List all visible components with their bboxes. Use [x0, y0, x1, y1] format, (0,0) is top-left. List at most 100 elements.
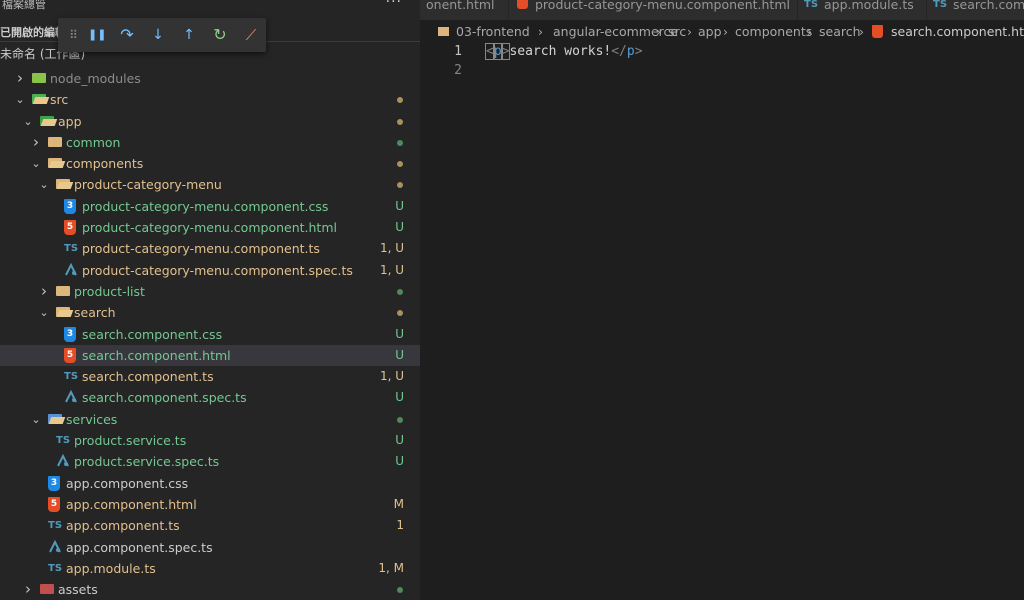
git-status-badge: M [393, 496, 404, 511]
assets-folder-icon [40, 584, 54, 595]
chevron-right-icon[interactable]: › [14, 68, 26, 89]
tree-item-label: product.service.spec.ts [74, 454, 220, 470]
tree-item-label: product-category-menu.component.html [82, 220, 337, 236]
tag-name: p [492, 43, 503, 60]
step-into-icon[interactable]: ↓ [149, 26, 167, 44]
node-folder-icon [32, 73, 46, 83]
file-tree: › node_modules ⌄ src ⌄ app › common ⌄ components ⌄… [0, 68, 420, 600]
spec-file-icon [64, 262, 78, 277]
tree-file-row[interactable]: TS search.component.ts 1, U [0, 366, 420, 387]
pause-icon[interactable]: ❚❚ [88, 26, 106, 44]
chevron-right-icon[interactable]: › [38, 281, 50, 302]
git-status-badge: U [395, 220, 404, 235]
git-status-dot [397, 182, 403, 189]
tree-file-row[interactable]: 5 app.component.html M [0, 494, 420, 515]
tree-folder-row[interactable]: ⌄ services [0, 409, 420, 430]
tree-folder-row[interactable]: › product-list [0, 281, 420, 302]
tree-item-label: search.component.css [82, 326, 223, 342]
tree-item-label: product-category-menu.component.css [82, 198, 329, 214]
code-line[interactable]: 2 [420, 61, 1024, 80]
tree-item-label: product.service.ts [74, 433, 187, 449]
git-status-dot [397, 118, 403, 125]
tree-file-row[interactable]: TS app.component.ts 1 [0, 515, 420, 536]
tree-item-label: search.component.spec.ts [82, 390, 247, 406]
step-out-icon[interactable]: ↑ [180, 26, 198, 44]
breadcrumb-sep: › [656, 24, 661, 39]
spec-file-icon [56, 454, 70, 468]
ts-file-icon: TS [64, 371, 79, 383]
git-status-badge: 1, U [379, 241, 404, 256]
chevron-down-icon[interactable]: ⌄ [14, 89, 26, 110]
chevron-right-icon[interactable]: › [22, 579, 34, 600]
services-folder-icon [48, 413, 62, 424]
tree-folder-row[interactable]: › common [0, 132, 420, 153]
tag-bracket: < [485, 43, 495, 60]
disconnect-icon[interactable]: ⟋ [242, 26, 260, 44]
editor-tab[interactable]: TS search.comp [927, 0, 1024, 20]
restart-icon[interactable]: ↻ [211, 26, 229, 44]
css-file-icon: 3 [64, 326, 76, 342]
tree-folder-row[interactable]: ⌄ product-category-menu [0, 174, 420, 195]
git-status-badge: U [395, 433, 404, 448]
breadcrumb-part[interactable]: src [668, 22, 686, 42]
tree-file-row[interactable]: search.component.spec.ts U [0, 387, 420, 408]
breadcrumb-part[interactable]: app [698, 22, 722, 42]
tree-folder-row[interactable]: ⌄ search [0, 302, 420, 323]
tree-item-label: app.module.ts [66, 560, 156, 576]
html-file-icon: 5 [64, 347, 76, 363]
editor-tab[interactable]: TS app.module.ts [798, 0, 927, 20]
folder-icon [48, 136, 62, 147]
tree-folder-row[interactable]: ⌄ app [0, 111, 420, 132]
chevron-down-icon[interactable]: ⌄ [38, 302, 50, 323]
tree-file-row[interactable]: TS product-category-menu.component.ts 1, U [0, 238, 420, 259]
git-status-dot [397, 416, 403, 423]
html-file-icon: 5 [48, 496, 60, 512]
explorer-sidebar: 檔案總管 ··· 已開啟的編輯器 未命名 (工作區) › node_modules… [0, 0, 420, 600]
chevron-down-icon[interactable]: ⌄ [30, 153, 42, 174]
breadcrumb-part[interactable]: components [735, 22, 812, 42]
step-over-icon[interactable]: ↷ [118, 26, 136, 44]
folder-icon [56, 285, 70, 296]
tree-file-row[interactable]: product-category-menu.component.spec.ts 1… [0, 260, 420, 281]
tag-bracket: > [634, 44, 643, 59]
chevron-down-icon[interactable]: ⌄ [38, 174, 50, 195]
chevron-down-icon[interactable]: ⌄ [22, 111, 34, 132]
editor-tab[interactable]: onent.html [420, 0, 509, 20]
ts-file-icon: TS [804, 0, 819, 10]
breadcrumb-root[interactable]: 03-frontend [456, 22, 530, 42]
tree-file-row[interactable]: 5 product-category-menu.component.html U [0, 217, 420, 238]
chevron-down-icon[interactable]: ⌄ [30, 409, 42, 430]
breadcrumb-file[interactable]: search.component.html [891, 22, 1024, 42]
tree-folder-row[interactable]: ⌄ components [0, 153, 420, 174]
tree-folder-row[interactable]: › node_modules [0, 68, 420, 89]
breadcrumb: 03-frontend › angular-ecommerce › src › … [420, 22, 1024, 42]
breadcrumb-part[interactable]: search [819, 22, 861, 42]
code-editor[interactable]: 1 <p>search works!</p> 2 [420, 42, 1024, 80]
tree-file-row[interactable]: app.component.spec.ts [0, 537, 420, 558]
tree-item-label: common [66, 134, 121, 150]
git-status-dot [397, 139, 403, 146]
git-status-badge: 1, M [378, 560, 404, 575]
line-content[interactable]: <p>search works!</p> [485, 42, 643, 61]
tree-item-label: app.component.css [66, 475, 189, 491]
tree-file-row[interactable]: 5 search.component.html U [0, 344, 420, 367]
tree-item-label: product-category-menu [74, 177, 222, 193]
tree-folder-row[interactable]: › assets [0, 579, 420, 600]
tree-file-row[interactable]: 3 product-category-menu.component.css U [0, 196, 420, 217]
tree-folder-row[interactable]: ⌄ src [0, 89, 420, 110]
more-actions-icon[interactable]: ··· [386, 0, 402, 10]
tree-file-row[interactable]: 3 app.component.css [0, 473, 420, 494]
breadcrumb-sep: › [859, 24, 864, 39]
tree-file-row[interactable]: 3 search.component.css U [0, 324, 420, 345]
code-line[interactable]: 1 <p>search works!</p> [420, 42, 1024, 61]
ts-file-icon: TS [64, 243, 79, 255]
app-folder-icon [40, 115, 54, 126]
tree-file-row[interactable]: TS product.service.ts U [0, 430, 420, 451]
tree-file-row[interactable]: TS app.module.ts 1, M [0, 558, 420, 579]
git-status-dot [397, 310, 403, 317]
tree-file-row[interactable]: product.service.spec.ts U [0, 451, 420, 472]
chevron-right-icon[interactable]: › [30, 132, 42, 153]
drag-handle-icon[interactable]: ⠿ [64, 26, 82, 44]
editor-tab[interactable]: product-category-menu.component.html [509, 0, 798, 20]
tree-item-label: app.component.html [66, 496, 197, 512]
